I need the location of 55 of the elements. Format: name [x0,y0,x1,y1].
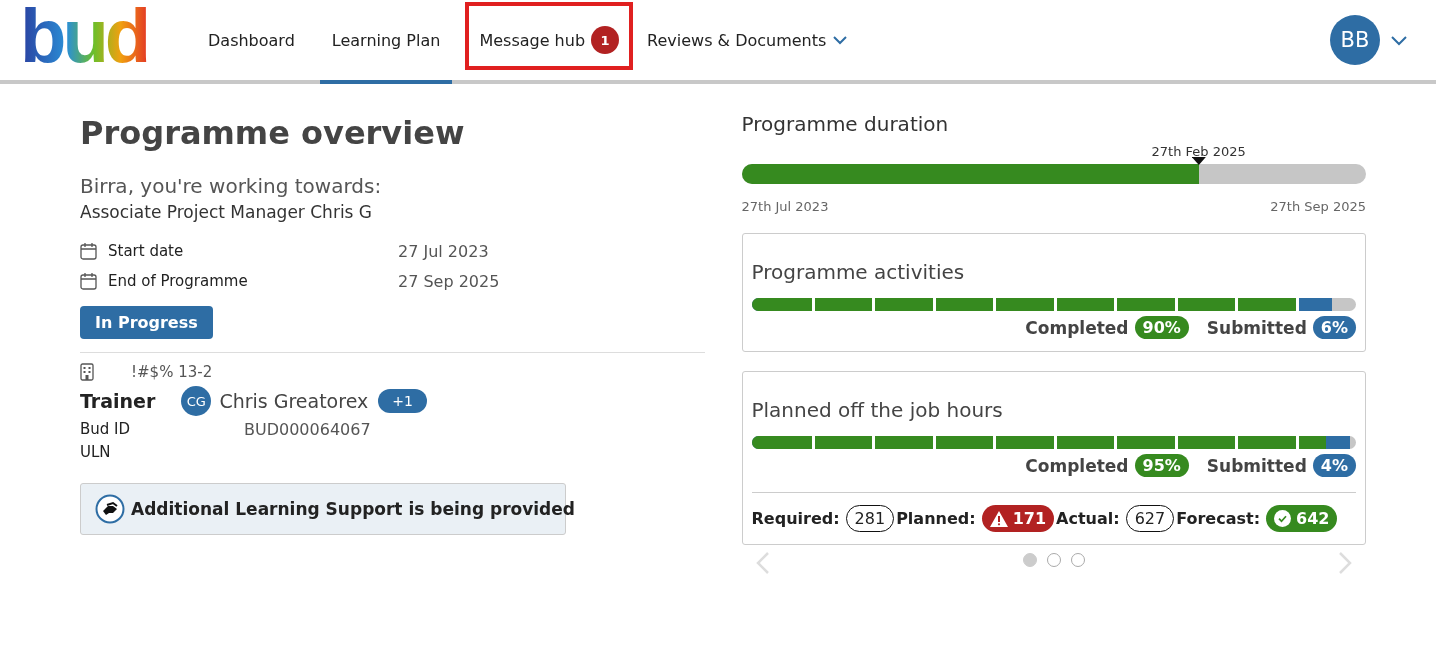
submitted-label: Submitted [1206,455,1307,476]
calendar-icon [80,242,97,260]
programme-name: Associate Project Manager Chris G [80,202,374,222]
trainer-name: Chris Greatorex [219,390,369,412]
card-title: Planned off the job hours [751,398,1004,422]
carousel-dot[interactable] [1046,552,1061,567]
current-date-label: 27th Feb 2025 [1151,144,1246,159]
nav-tab[interactable]: Dashboard [196,0,307,84]
nav-tab[interactable]: Reviews & Documents [635,0,861,84]
stat-label: Planned: [896,509,976,528]
section-title: Programme duration [741,112,950,136]
submitted-percent: 6% [1312,316,1356,339]
stat-label: Actual: [1056,509,1120,528]
stat-number: 171 [1012,509,1047,528]
trainer-avatar: CG [181,386,212,416]
carousel-dot[interactable] [1022,552,1037,567]
user-avatar[interactable]: BB [1330,15,1380,65]
stat-label: Required: [751,509,840,528]
subtitle-text: Birra, you're working towards: [80,174,383,198]
date-label: Start date [108,242,185,260]
page-title: Programme overview [80,114,466,152]
stat-number: 642 [1296,509,1330,528]
start-date-text: 27th Jul 2023 [741,199,829,214]
trainer-label: Trainer [80,390,156,412]
date-value: 27 Sep 2025 [398,271,500,291]
status-badge: In Progress [80,306,213,339]
chevron-left-icon [755,551,770,575]
organisation-text: !#$% 13-2 [131,363,213,381]
triangle-marker-icon [1191,157,1206,165]
calendar-icon [80,272,97,290]
building-icon [80,363,94,381]
chevron-right-icon [1338,551,1352,575]
id-value: BUD000064067 [244,420,371,439]
completed-label: Completed [1025,317,1129,338]
id-label: ULN [80,443,112,461]
submitted-percent: 4% [1312,454,1356,477]
check-circle-icon [1274,510,1292,527]
id-label: Bud ID [80,420,132,439]
date-value: 27 Jul 2023 [398,241,489,261]
more-trainers-badge[interactable]: +1 [378,389,427,413]
support-text: Additional Learning Support is being provided [131,499,575,519]
completed-percent: 95% [1134,454,1189,477]
count-badge: 1 [591,26,620,54]
completed-label: Completed [1025,455,1129,476]
warning-icon [989,510,1008,527]
submitted-label: Submitted [1206,317,1307,338]
end-date-text: 27th Sep 2025 [1270,199,1366,214]
carousel-dot[interactable] [1070,552,1085,567]
chevron-down-icon [1390,34,1408,46]
card-title: Programme activities [751,260,966,284]
nav-tab[interactable]: Message hub 1 [465,0,634,84]
completed-percent: 90% [1134,316,1189,339]
nav-tab[interactable]: Learning Plan [319,0,453,84]
date-label: End of Programme [108,272,249,290]
stat-label: Forecast: [1176,509,1261,528]
